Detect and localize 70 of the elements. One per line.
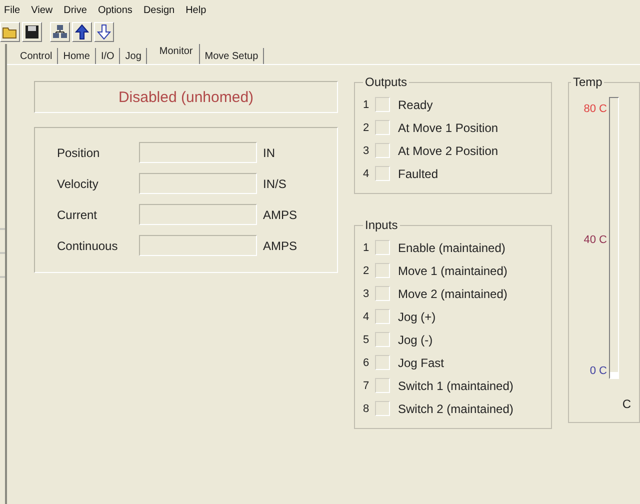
scale-label: 40 C — [584, 234, 607, 246]
item-number: 8 — [363, 402, 370, 414]
unit-label: C — [622, 397, 631, 411]
item-number: 3 — [363, 288, 370, 300]
unit-label: AMPS — [263, 238, 298, 252]
item-number: 3 — [363, 144, 370, 156]
item-number: 7 — [363, 380, 370, 392]
reading-field[interactable] — [139, 235, 257, 256]
menu-item[interactable]: Drive — [64, 4, 87, 16]
checkbox[interactable] — [375, 286, 390, 301]
folder-icon — [2, 25, 18, 39]
up-arrow-icon — [75, 24, 89, 40]
toolbar-button[interactable] — [50, 22, 70, 42]
toolbar-button[interactable] — [72, 22, 92, 42]
item-number: 4 — [363, 310, 370, 322]
checkbox-label: Switch 1 (maintained) — [398, 378, 514, 392]
reading-label: Position — [57, 146, 101, 160]
checkbox-label: Enable (maintained) — [398, 240, 506, 254]
checkbox-label: Faulted — [398, 166, 438, 180]
checkbox-label: Move 2 (maintained) — [398, 286, 508, 300]
group-title: Inputs — [364, 218, 399, 232]
reading-label: Velocity — [57, 176, 100, 190]
checkbox-label: Jog (-) — [398, 332, 433, 346]
toolbar-button[interactable] — [22, 22, 42, 42]
item-number: 2 — [363, 122, 370, 134]
checkbox[interactable] — [375, 263, 390, 278]
unit-label: AMPS — [263, 208, 298, 222]
menu-item[interactable]: Help — [186, 4, 206, 16]
checkbox-label: Ready — [398, 98, 433, 112]
checkbox[interactable] — [375, 143, 390, 158]
checkbox[interactable] — [375, 240, 390, 255]
menu-item[interactable]: File — [4, 4, 20, 16]
checkbox[interactable] — [375, 120, 390, 135]
checkbox[interactable] — [375, 97, 390, 112]
toolbar-button[interactable] — [94, 22, 114, 42]
checkbox[interactable] — [375, 309, 390, 324]
checkbox-label: Move 1 (maintained) — [398, 264, 508, 278]
item-number: 2 — [363, 264, 370, 276]
reading-label: Continuous — [57, 238, 119, 252]
checkbox[interactable] — [375, 401, 390, 416]
menu-item[interactable]: Options — [98, 4, 132, 16]
reading-field[interactable] — [139, 204, 257, 225]
status-display: Disabled (unhomed) — [34, 81, 338, 113]
item-number: 6 — [363, 356, 370, 368]
checkbox-label: At Move 1 Position — [398, 120, 498, 134]
network-icon — [52, 24, 68, 40]
checkbox-label: Jog (+) — [398, 310, 436, 324]
checkbox[interactable] — [375, 378, 390, 393]
scale-label: 0 C — [590, 365, 607, 377]
menu-item[interactable]: Design — [143, 4, 175, 16]
checkbox[interactable] — [375, 166, 390, 181]
checkbox[interactable] — [375, 355, 390, 370]
reading-field[interactable] — [139, 173, 257, 194]
reading-label: Current — [57, 208, 98, 222]
menu-item[interactable]: View — [31, 4, 53, 16]
group-title: Temp — [572, 75, 604, 89]
item-number: 1 — [363, 242, 370, 254]
scale-label: 80 C — [584, 103, 607, 115]
unit-label: IN/S — [263, 176, 288, 190]
reading-field[interactable] — [139, 142, 257, 163]
checkbox-label: Switch 2 (maintained) — [398, 402, 514, 416]
item-number: 1 — [363, 98, 370, 110]
checkbox[interactable] — [375, 332, 390, 347]
checkbox-label: At Move 2 Position — [398, 144, 498, 158]
checkbox-label: Jog Fast — [398, 356, 444, 370]
down-arrow-icon — [97, 24, 111, 40]
unit-label: IN — [263, 146, 276, 160]
group-title: Outputs — [364, 75, 408, 89]
item-number: 4 — [363, 168, 370, 180]
item-number: 5 — [363, 334, 370, 346]
